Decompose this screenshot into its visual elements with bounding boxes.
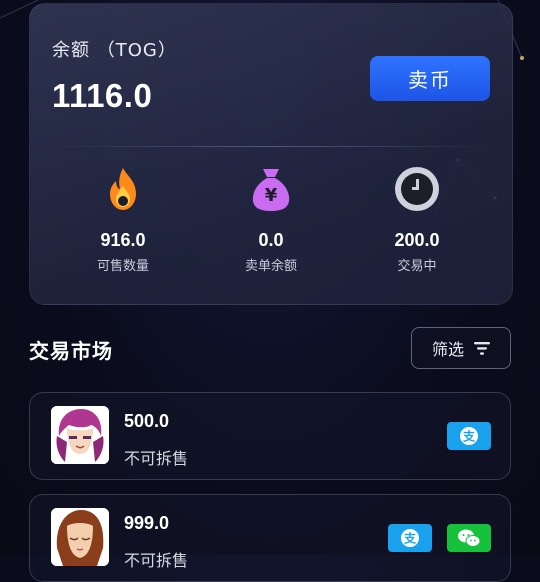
svg-text:支: 支 <box>403 531 417 546</box>
balance-label: 余额 （TOG） <box>52 40 177 61</box>
svg-text:¥: ¥ <box>265 185 278 206</box>
money-bag-icon: ¥ <box>246 164 296 214</box>
stat-trading-label: 交易中 <box>397 259 437 274</box>
stat-available-value: 916.0 <box>100 230 146 250</box>
avatar <box>51 406 109 464</box>
stat-available: 916.0 可售数量 <box>53 164 193 274</box>
balance-card: 余额 （TOG） 1116.0 卖币 916.0 可售数量 ¥ 0.0 卖单余额 <box>29 3 513 305</box>
flame-icon <box>98 164 148 214</box>
listing-amount: 500.0 <box>124 411 170 431</box>
balance-value: 1116.0 <box>52 77 153 114</box>
listing-status: 不可拆售 <box>124 551 189 570</box>
filter-button[interactable]: 筛选 <box>411 327 511 369</box>
market-title: 交易市场 <box>29 339 113 363</box>
card-divider <box>52 146 490 147</box>
clock-icon <box>392 164 442 214</box>
stat-trading: 200.0 交易中 <box>347 164 487 274</box>
filter-icon <box>474 341 490 355</box>
listing-item[interactable]: 500.0 不可拆售 支 <box>29 392 511 480</box>
listing-status: 不可拆售 <box>124 449 189 468</box>
avatar <box>51 508 109 566</box>
sell-coin-button[interactable]: 卖币 <box>370 56 490 101</box>
filter-label: 筛选 <box>431 340 464 359</box>
stat-trading-value: 200.0 <box>394 230 440 250</box>
stat-order-balance-label: 卖单余额 <box>244 259 297 274</box>
listing-amount: 999.0 <box>124 513 170 533</box>
alipay-icon: 支 <box>388 524 432 552</box>
listing-item[interactable]: 999.0 不可拆售 支 <box>29 494 511 582</box>
stat-available-label: 可售数量 <box>96 259 149 274</box>
alipay-icon: 支 <box>447 422 491 450</box>
stat-order-balance: ¥ 0.0 卖单余额 <box>201 164 341 274</box>
svg-text:支: 支 <box>462 429 476 444</box>
stat-order-balance-value: 0.0 <box>258 230 284 250</box>
wechat-icon <box>447 524 491 552</box>
